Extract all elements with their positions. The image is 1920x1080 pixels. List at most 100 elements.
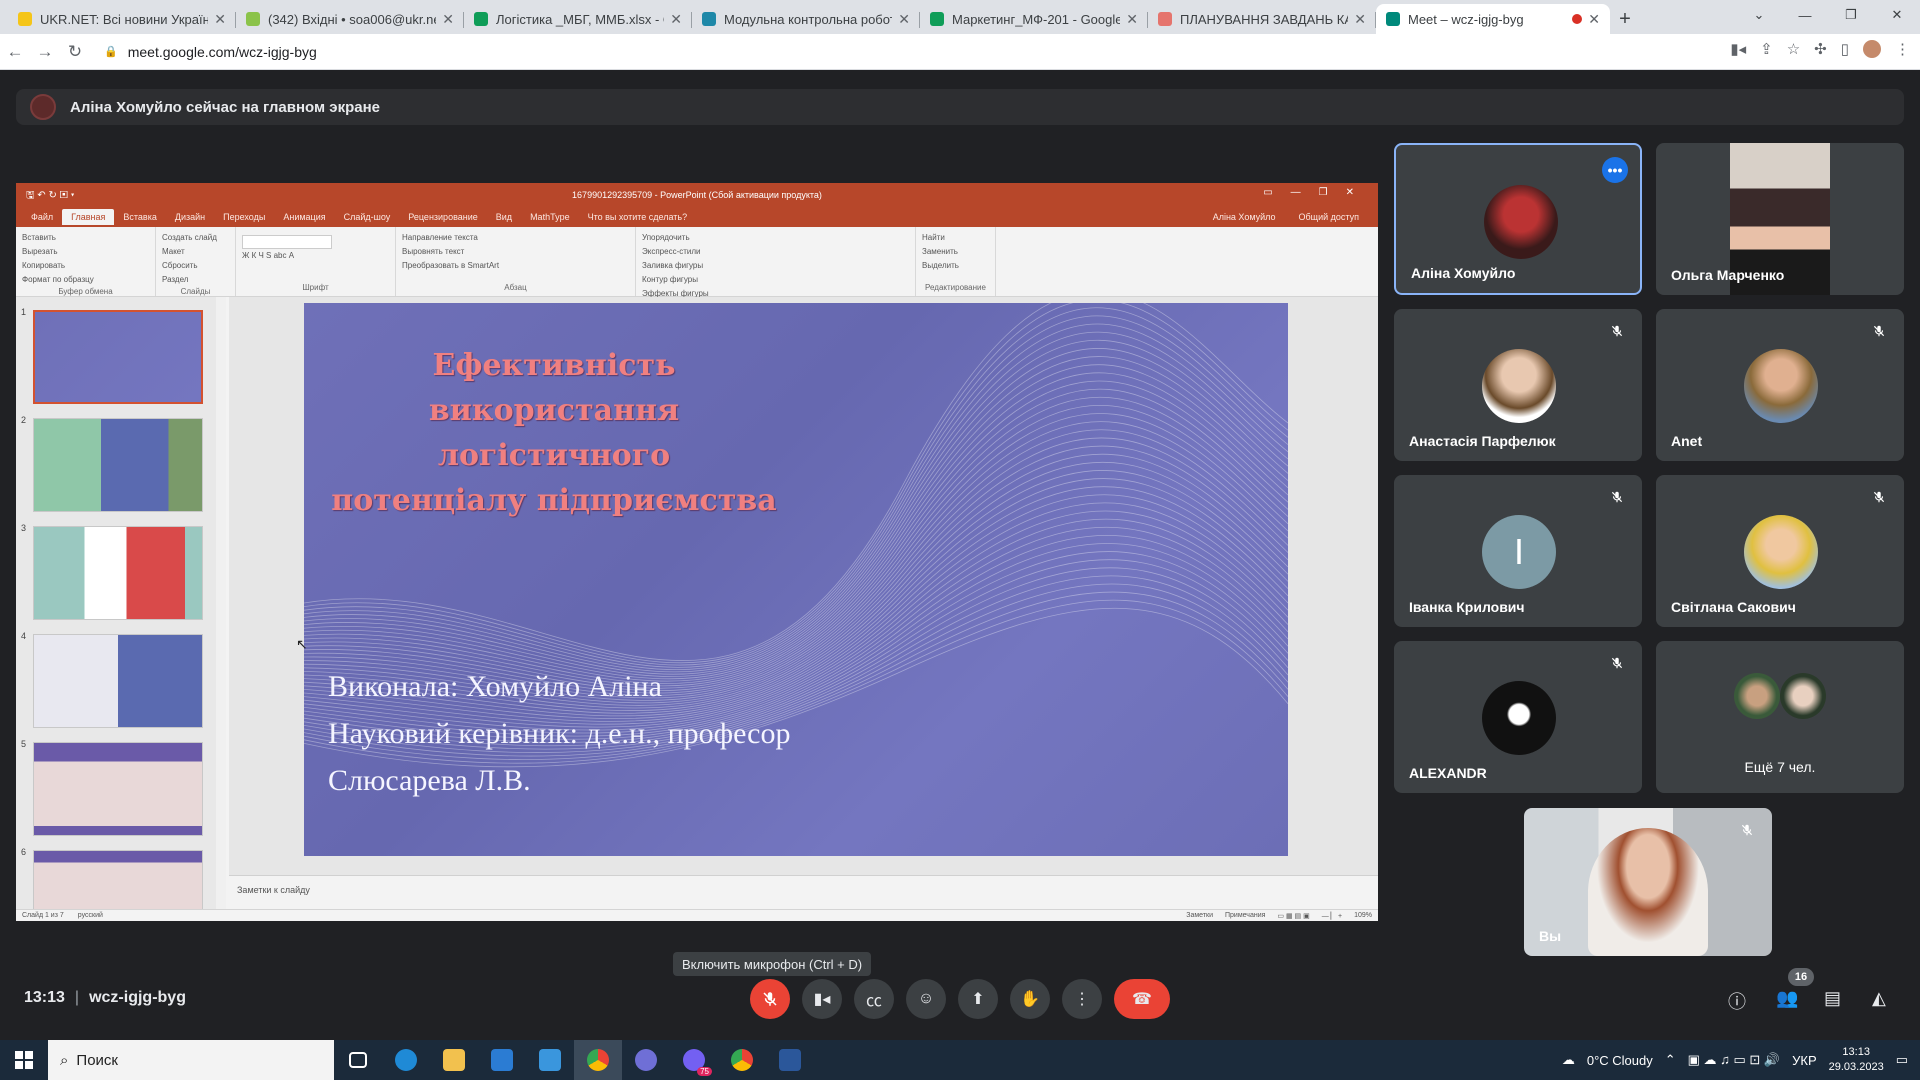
bookmark-star-icon[interactable]: ☆	[1787, 40, 1800, 58]
participant-more-icon[interactable]: •••	[1602, 157, 1628, 183]
ppt-tab[interactable]: Дизайн	[166, 209, 214, 225]
more-options-button[interactable]: ⋮	[1062, 979, 1102, 1019]
ribbon-command[interactable]: Вставить	[22, 231, 149, 245]
ribbon-command[interactable]: Создать слайд	[162, 231, 229, 245]
lock-icon[interactable]: 🔒	[104, 45, 118, 58]
ppt-tab[interactable]: Рецензирование	[399, 209, 487, 225]
zoom-level[interactable]: 109%	[1354, 912, 1372, 920]
ppt-tab[interactable]: Переходы	[214, 209, 274, 225]
slide-thumbnail[interactable]	[33, 526, 203, 620]
slide-thumbnail[interactable]	[33, 418, 203, 512]
start-button[interactable]	[0, 1040, 48, 1080]
mail-icon[interactable]	[478, 1040, 526, 1080]
ppt-window-controls[interactable]: ▭—❐✕	[1263, 187, 1372, 198]
new-tab-button[interactable]: +	[1610, 4, 1640, 34]
forward-icon[interactable]: →	[30, 42, 60, 62]
mic-toggle-button[interactable]	[750, 979, 790, 1019]
address-bar[interactable]: 🔒 meet.google.com/wcz-igjg-byg	[104, 38, 1664, 66]
browser-tab[interactable]: Meet – wcz-igjg-byg ✕	[1376, 4, 1610, 34]
current-slide[interactable]: Ефективність використання логістичного п…	[304, 303, 1288, 856]
clock-date[interactable]: 13:13 29.03.2023	[1829, 1045, 1884, 1075]
close-tab-icon[interactable]: ✕	[442, 11, 454, 28]
share-icon[interactable]: ⇪	[1760, 40, 1773, 58]
edge-icon[interactable]	[382, 1040, 430, 1080]
participant-tile[interactable]: Ольга Марченко	[1656, 143, 1904, 295]
slide-thumbnail[interactable]	[33, 742, 203, 836]
ppt-tab[interactable]: Главная	[62, 209, 115, 225]
browser-tab[interactable]: ПЛАНУВАННЯ ЗАВДАНЬ КАФЕ ✕	[1148, 4, 1376, 34]
ribbon-command[interactable]: Макет	[162, 245, 229, 259]
reload-icon[interactable]: ↻	[60, 42, 90, 62]
weather-text[interactable]: 0°C Cloudy	[1587, 1053, 1653, 1068]
share-button[interactable]: Общий доступ	[1290, 209, 1368, 225]
app-icon[interactable]	[622, 1040, 670, 1080]
close-tab-icon[interactable]: ✕	[1588, 11, 1600, 28]
ppt-tab[interactable]: Что вы хотите сделать?	[579, 209, 697, 225]
word-icon[interactable]	[766, 1040, 814, 1080]
font-style-buttons[interactable]: Ж К Ч S abc А	[242, 249, 389, 263]
ppt-tab[interactable]: Вставка	[114, 209, 165, 225]
view-buttons[interactable]: ▭ ▦ ▤ ▣	[1277, 912, 1309, 920]
zoom-slider[interactable]: — ▏ +	[1322, 912, 1342, 920]
ribbon-command[interactable]: Формат по образцу	[22, 273, 149, 287]
profile-avatar[interactable]	[1863, 40, 1881, 58]
participant-tile[interactable]: ALEXANDR	[1394, 641, 1642, 793]
menu-icon[interactable]: ⋮	[1895, 40, 1910, 58]
close-tab-icon[interactable]: ✕	[214, 11, 226, 28]
font-controls[interactable]	[242, 235, 332, 249]
ribbon-command[interactable]: Найти	[922, 231, 989, 245]
status-notes-button[interactable]: Заметки	[1186, 912, 1213, 920]
ppt-tab[interactable]: MathType	[521, 209, 579, 225]
status-comments-button[interactable]: Примечания	[1225, 912, 1265, 920]
ribbon-command[interactable]: Раздел	[162, 273, 229, 287]
present-button[interactable]: ⬆	[958, 979, 998, 1019]
browser-tab[interactable]: Модульна контрольна робота ✕	[692, 4, 920, 34]
ppt-tab[interactable]: Вид	[487, 209, 521, 225]
ribbon-command[interactable]: Заменить	[922, 245, 989, 259]
thumbnail-scrollbar[interactable]	[216, 297, 226, 909]
browser-tab[interactable]: Маркетинг_МФ-201 - Google Т ✕	[920, 4, 1148, 34]
meeting-details-icon[interactable]: ⓘ	[1728, 988, 1746, 1014]
notes-pane[interactable]: Заметки к слайду	[229, 875, 1378, 909]
chrome-profile-icon[interactable]	[718, 1040, 766, 1080]
slide-thumbnail[interactable]	[33, 634, 203, 728]
tab-search-icon[interactable]: ⌄	[1736, 0, 1782, 30]
close-tab-icon[interactable]: ✕	[670, 11, 682, 28]
activities-icon[interactable]: ◭	[1872, 988, 1886, 1009]
ppt-tab[interactable]: Слайд-шоу	[335, 209, 400, 225]
reactions-button[interactable]: ☺	[906, 979, 946, 1019]
ribbon-command[interactable]: Заливка фигуры	[642, 259, 909, 273]
captions-button[interactable]: ㏄	[854, 979, 894, 1019]
ribbon-command[interactable]: Упорядочить	[642, 231, 909, 245]
camera-icon[interactable]: ▮◂	[1730, 40, 1746, 58]
participant-tile[interactable]: І Іванка Крилович	[1394, 475, 1642, 627]
participant-tile[interactable]: Анастасія Парфелюк	[1394, 309, 1642, 461]
notifications-icon[interactable]: ▭	[1896, 1052, 1908, 1068]
slide-thumbnail[interactable]	[33, 850, 203, 910]
minimize-button[interactable]: —	[1782, 0, 1828, 30]
browser-tab[interactable]: Логістика _МБГ, ММБ.xlsx - Goo ✕	[464, 4, 692, 34]
close-window-button[interactable]: ✕	[1874, 0, 1920, 30]
tray-icons[interactable]: ▣ ☁ ♫ ▭ ⊡ 🔊	[1688, 1052, 1780, 1068]
ribbon-command[interactable]: Выделить	[922, 259, 989, 273]
raise-hand-button[interactable]: ✋	[1010, 979, 1050, 1019]
camera-toggle-button[interactable]: ▮◂	[802, 979, 842, 1019]
close-tab-icon[interactable]: ✕	[898, 11, 910, 28]
store-icon[interactable]	[526, 1040, 574, 1080]
ribbon-command[interactable]: Экспресс-стили	[642, 245, 909, 259]
browser-tab[interactable]: UKR.NET: Всі новини України, о ✕	[8, 4, 236, 34]
file-explorer-icon[interactable]	[430, 1040, 478, 1080]
close-tab-icon[interactable]: ✕	[1126, 11, 1138, 28]
taskbar-search[interactable]: ⌕ Поиск	[48, 1040, 334, 1080]
ribbon-command[interactable]: Вырезать	[22, 245, 149, 259]
slide-thumbnail[interactable]	[33, 310, 203, 404]
ppt-tab[interactable]: Анимация	[274, 209, 334, 225]
viber-icon[interactable]: 75	[670, 1040, 718, 1080]
ribbon-command[interactable]: Направление текста	[402, 231, 629, 245]
ribbon-command[interactable]: Преобразовать в SmartArt	[402, 259, 629, 273]
more-participants-tile[interactable]: Ещё 7 чел.	[1656, 641, 1904, 793]
participant-tile[interactable]: Anet	[1656, 309, 1904, 461]
leave-call-button[interactable]: ☎	[1114, 979, 1170, 1019]
back-icon[interactable]: ←	[0, 42, 30, 62]
weather-icon[interactable]: ☁	[1562, 1052, 1575, 1068]
